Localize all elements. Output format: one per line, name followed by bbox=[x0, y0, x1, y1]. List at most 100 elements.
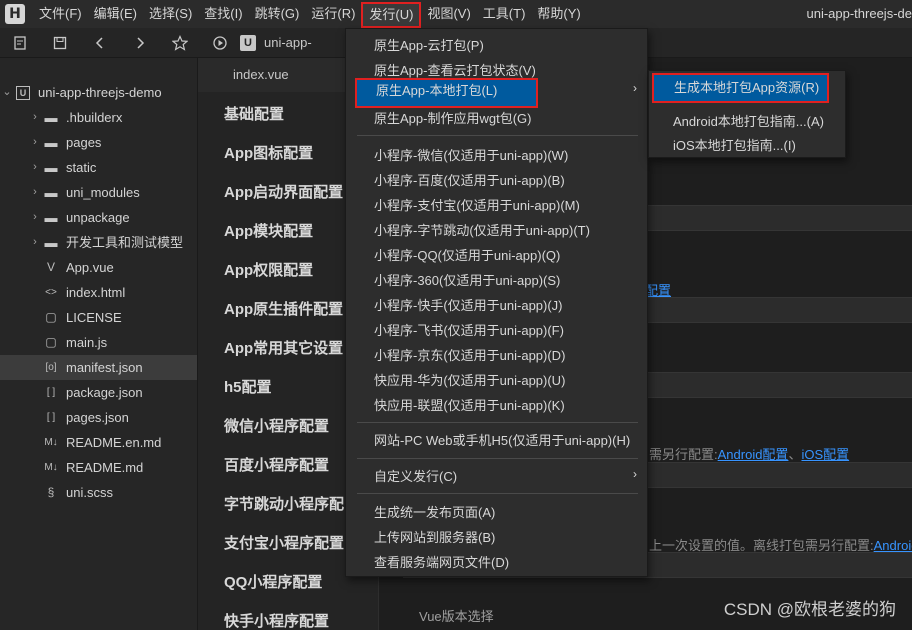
tree-folder[interactable]: › ▬ static bbox=[0, 155, 197, 180]
tree-item-label: unpackage bbox=[66, 210, 130, 225]
android-config-link[interactable]: Android配置 bbox=[718, 447, 789, 462]
menu-mp-360[interactable]: 小程序-360(仅适用于uni-app)(S) bbox=[346, 268, 647, 293]
tree-folder[interactable]: › ▬ pages bbox=[0, 130, 197, 155]
forward-icon[interactable] bbox=[120, 28, 160, 58]
menu-mp-toutiao[interactable]: 小程序-字节跳动(仅适用于uni-app)(T) bbox=[346, 218, 647, 243]
tree-item-label: pages bbox=[66, 135, 102, 150]
breadcrumb-path[interactable]: uni-app- bbox=[264, 35, 312, 50]
menu-find[interactable]: 查找(I) bbox=[198, 0, 248, 28]
tree-folder[interactable]: › ▬ 开发工具和测试模型 bbox=[0, 230, 197, 255]
menu-mp-alipay[interactable]: 小程序-支付宝(仅适用于uni-app)(M) bbox=[346, 193, 647, 218]
menu-native-wgt[interactable]: 原生App-制作应用wgt包(G) bbox=[346, 106, 647, 131]
tree-item-label: static bbox=[66, 160, 97, 175]
menu-mp-kuaishou[interactable]: 小程序-快手(仅适用于uni-app)(J) bbox=[346, 293, 647, 318]
chevron-right-icon[interactable]: › bbox=[28, 180, 42, 205]
menu-mp-jd[interactable]: 小程序-京东(仅适用于uni-app)(D) bbox=[346, 343, 647, 368]
chevron-down-icon[interactable]: ⌄ bbox=[0, 80, 14, 105]
markdown-file-icon: M↓ bbox=[44, 437, 58, 448]
menu-custom-publish[interactable]: 自定义发行(C) bbox=[346, 464, 647, 489]
menu-mp-lark[interactable]: 小程序-飞书(仅适用于uni-app)(F) bbox=[346, 318, 647, 343]
watermark: CSDN @欧根老婆的狗 bbox=[723, 600, 896, 619]
folder-icon: ▬ bbox=[44, 210, 58, 225]
menu-view[interactable]: 视图(V) bbox=[421, 0, 476, 28]
tree-item-label: App.vue bbox=[66, 260, 114, 275]
android-config-link-2[interactable]: Android bbox=[874, 538, 912, 553]
menu-tools[interactable]: 工具(T) bbox=[477, 0, 532, 28]
back-icon[interactable] bbox=[80, 28, 120, 58]
save-icon[interactable] bbox=[40, 28, 80, 58]
tree-item-label: index.html bbox=[66, 285, 126, 300]
hbuilder-logo-icon: H bbox=[5, 4, 25, 24]
tree-file[interactable]: [ ] package.json bbox=[0, 380, 197, 405]
chevron-right-icon[interactable]: › bbox=[28, 230, 42, 255]
menu-upload-website[interactable]: 上传网站到服务器(B) bbox=[346, 525, 647, 550]
js-file-icon: ▢ bbox=[45, 335, 57, 349]
tree-folder[interactable]: › ▬ uni_modules bbox=[0, 180, 197, 205]
menu-separator bbox=[357, 493, 638, 494]
tree-item-label: LICENSE bbox=[66, 310, 122, 325]
tree-item-label: README.en.md bbox=[66, 435, 162, 450]
menu-file[interactable]: 文件(F) bbox=[33, 0, 88, 28]
chevron-right-icon: › bbox=[633, 467, 637, 481]
menu-mp-weixin[interactable]: 小程序-微信(仅适用于uni-app)(W) bbox=[346, 143, 647, 168]
config-link[interactable]: 配置 bbox=[645, 283, 671, 298]
tab-index-vue[interactable]: index.vue bbox=[198, 58, 348, 92]
tree-file[interactable]: M↓ README.en.md bbox=[0, 430, 197, 455]
folder-icon: ▬ bbox=[44, 110, 58, 125]
menu-publish[interactable]: 发行(U) bbox=[361, 1, 422, 28]
menu-generate-local-app-resources[interactable]: 生成本地打包App资源(R) bbox=[652, 73, 829, 103]
run-icon[interactable] bbox=[200, 28, 240, 58]
menu-native-local-pack[interactable]: 原生App-本地打包(L) bbox=[355, 78, 538, 108]
menu-view-server-files[interactable]: 查看服务端网页文件(D) bbox=[346, 550, 647, 575]
text-file-icon: ▢ bbox=[45, 310, 57, 324]
tree-project-root[interactable]: ⌄ U uni-app-threejs-demo bbox=[0, 80, 197, 105]
tree-item-label: pages.json bbox=[66, 410, 129, 425]
menu-help[interactable]: 帮助(Y) bbox=[531, 0, 586, 28]
ios-config-link[interactable]: iOS配置 bbox=[801, 447, 849, 462]
menu-mp-baidu[interactable]: 小程序-百度(仅适用于uni-app)(B) bbox=[346, 168, 647, 193]
tree-file[interactable]: ▢ LICENSE bbox=[0, 305, 197, 330]
menu-android-local-guide[interactable]: Android本地打包指南...(A) bbox=[649, 109, 845, 134]
menu-edit[interactable]: 编辑(E) bbox=[88, 0, 143, 28]
settings-file-icon: [o] bbox=[45, 362, 57, 373]
vue-version-label: Vue版本选择 bbox=[419, 609, 494, 624]
menu-run[interactable]: 运行(R) bbox=[305, 0, 361, 28]
chevron-right-icon[interactable]: › bbox=[28, 130, 42, 155]
project-name: uni-app-threejs-demo bbox=[38, 85, 162, 100]
tree-file[interactable]: ▢ main.js bbox=[0, 330, 197, 355]
menu-quickapp-huawei[interactable]: 快应用-华为(仅适用于uni-app)(U) bbox=[346, 368, 647, 393]
menu-ios-local-guide[interactable]: iOS本地打包指南...(I) bbox=[649, 133, 845, 158]
tree-file[interactable]: V App.vue bbox=[0, 255, 197, 280]
tree-file[interactable]: M↓ README.md bbox=[0, 455, 197, 480]
new-file-icon[interactable] bbox=[0, 28, 40, 58]
project-explorer: ⌄ U uni-app-threejs-demo › ▬ .hbuilderx › ▬ p… bbox=[0, 58, 198, 630]
menu-goto[interactable]: 跳转(G) bbox=[249, 0, 306, 28]
menu-web-h5[interactable]: 网站-PC Web或手机H5(仅适用于uni-app)(H) bbox=[346, 428, 647, 453]
tree-file[interactable]: <> index.html bbox=[0, 280, 197, 305]
ide-window: H 文件(F) 编辑(E) 选择(S) 查找(I) 跳转(G) 运行(R) 发行… bbox=[0, 0, 912, 630]
settings-nav-item[interactable]: 快手小程序配置 bbox=[198, 602, 378, 630]
tree-item-label: main.js bbox=[66, 335, 108, 350]
menu-mp-qq[interactable]: 小程序-QQ(仅适用于uni-app)(Q) bbox=[346, 243, 647, 268]
star-icon[interactable] bbox=[160, 28, 200, 58]
window-title: uni-app-threejs-de bbox=[806, 6, 912, 21]
tree-folder[interactable]: › ▬ .hbuilderx bbox=[0, 105, 197, 130]
tree-file[interactable]: [o] manifest.json bbox=[0, 355, 197, 380]
scss-file-icon: § bbox=[47, 485, 55, 499]
folder-icon: ▬ bbox=[44, 185, 58, 200]
markdown-file-icon: M↓ bbox=[44, 462, 58, 473]
menu-select[interactable]: 选择(S) bbox=[143, 0, 198, 28]
chevron-right-icon[interactable]: › bbox=[28, 105, 42, 130]
tree-folder[interactable]: › ▬ unpackage bbox=[0, 205, 197, 230]
menu-native-local-pack-label: 原生App-本地打包(L) bbox=[376, 83, 498, 98]
menu-generate-local-app-resources-label: 生成本地打包App资源(R) bbox=[674, 80, 820, 95]
tree-file[interactable]: [ ] pages.json bbox=[0, 405, 197, 430]
folder-icon: ▬ bbox=[44, 235, 58, 250]
tree-file[interactable]: § uni.scss bbox=[0, 480, 197, 505]
chevron-right-icon[interactable]: › bbox=[28, 155, 42, 180]
offline-note: 需另行配置:Android配置、iOS配置 bbox=[649, 447, 850, 462]
chevron-right-icon[interactable]: › bbox=[28, 205, 42, 230]
menu-native-cloud-pack[interactable]: 原生App-云打包(P) bbox=[346, 33, 647, 58]
menu-generate-release-page[interactable]: 生成统一发布页面(A) bbox=[346, 500, 647, 525]
menu-quickapp-union[interactable]: 快应用-联盟(仅适用于uni-app)(K) bbox=[346, 393, 647, 418]
